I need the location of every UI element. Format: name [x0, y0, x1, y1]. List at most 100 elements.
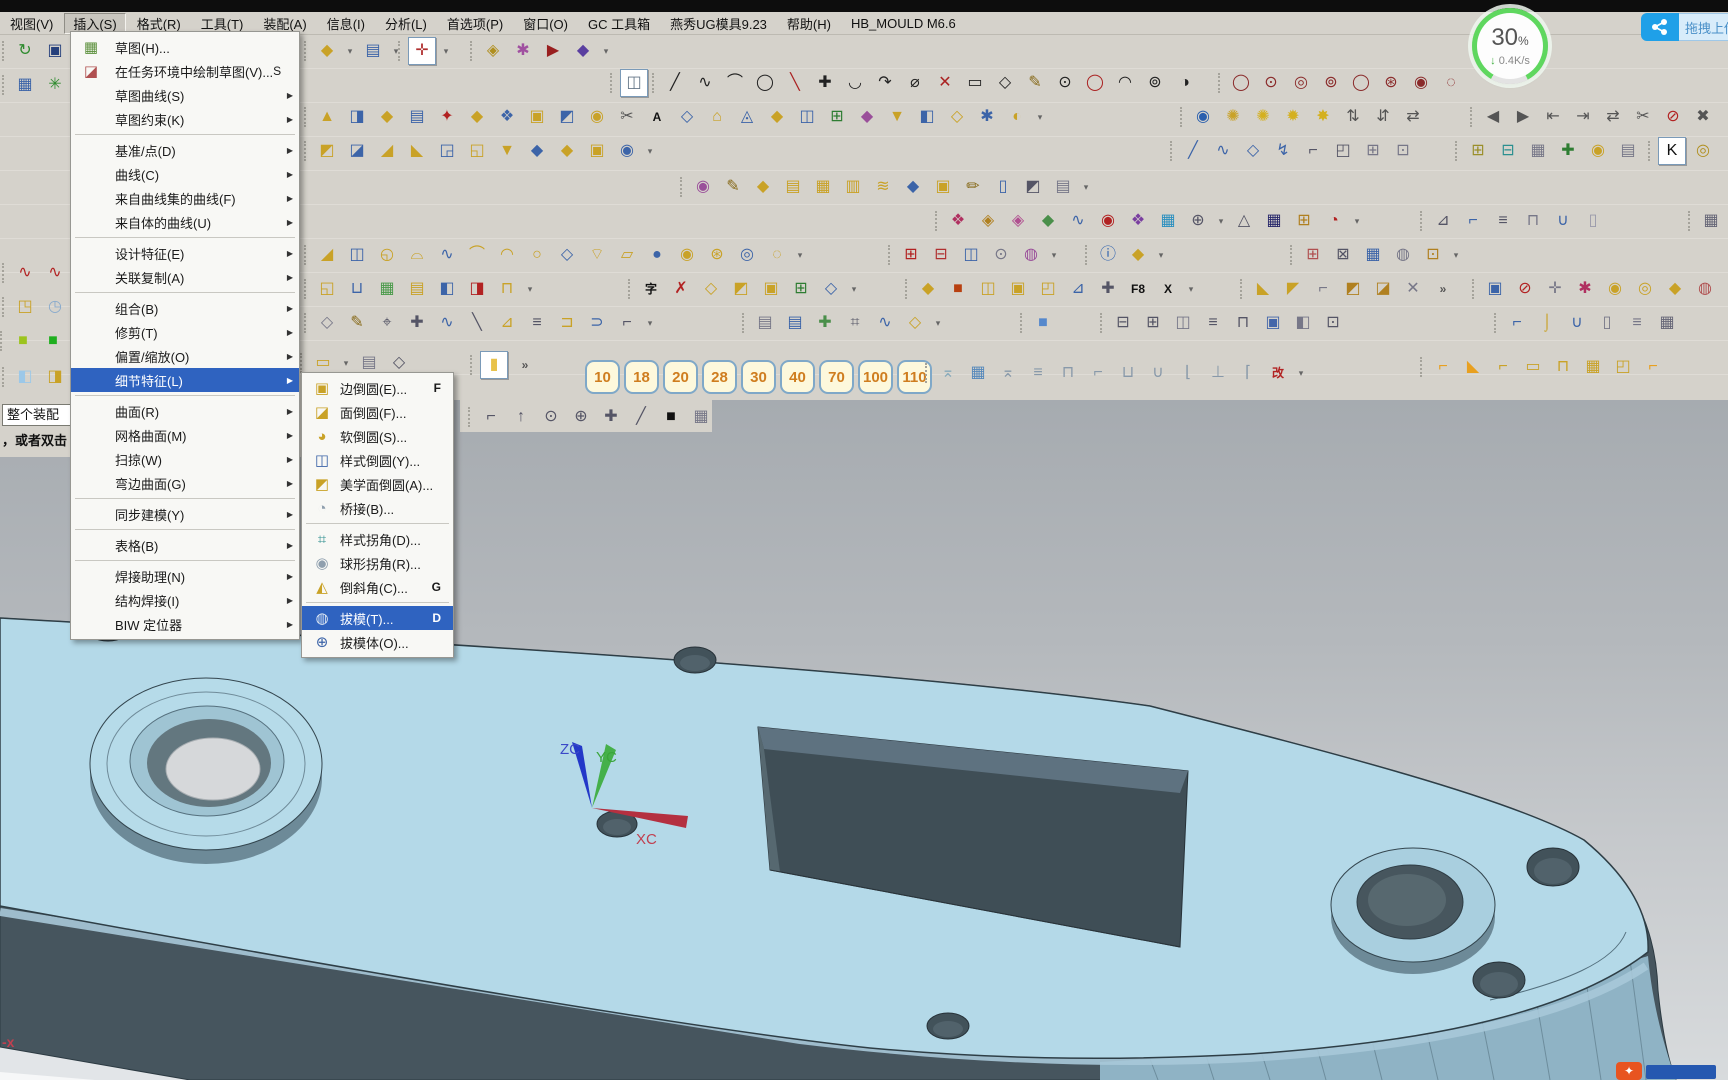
toolbar-icon[interactable]: ✚ [598, 404, 624, 430]
toolbar-icon[interactable]: ❖ [1125, 208, 1151, 234]
detail-submenu-item-1[interactable]: ◪面倒圆(F)... [302, 400, 453, 424]
toolbar-icon[interactable]: ⊓ [1520, 208, 1546, 234]
insert-menu-item-13[interactable]: 组合(B)▶ [71, 296, 299, 320]
toolbar-icon[interactable]: ⊡ [1420, 242, 1446, 268]
dropdown-caret-icon[interactable]: ▾ [524, 276, 536, 302]
dropdown-caret-icon[interactable]: ▾ [1450, 242, 1462, 268]
toolbar-icon[interactable]: ◱ [314, 276, 340, 302]
toolbar-icon[interactable]: ▱ [614, 242, 640, 268]
toolbar-icon[interactable]: ∿ [872, 310, 898, 336]
insert-menu-item-0[interactable]: ▦草图(H)... [71, 35, 299, 59]
insert-menu-item-3[interactable]: 草图约束(K)▶ [71, 107, 299, 131]
toolbar-icon[interactable]: ◠ [1112, 70, 1138, 96]
dropdown-caret-icon[interactable]: ▾ [644, 138, 656, 164]
toolbar-icon[interactable]: ◉ [584, 104, 610, 130]
toolbar-icon[interactable]: ↑ [508, 404, 534, 430]
toolbar-icon[interactable]: ⊞ [824, 104, 850, 130]
toolbar-icon[interactable]: ▦ [810, 174, 836, 200]
toolbar-icon[interactable]: ✺ [1250, 104, 1276, 130]
toolbar-icon[interactable]: ✂ [1630, 104, 1656, 130]
detail-submenu-item-12[interactable]: ⊕拔模体(O)... [302, 630, 453, 654]
toolbar-icon[interactable]: K [1658, 137, 1686, 165]
toolbar-icon[interactable]: ◆ [464, 104, 490, 130]
detail-submenu-item-7[interactable]: ⌗样式拐角(D)... [302, 527, 453, 551]
radius-button-20[interactable]: 20 [663, 360, 698, 394]
toolbar-icon[interactable]: ▦ [965, 360, 991, 386]
toolbar-icon[interactable]: ⌓ [404, 242, 430, 268]
toolbar-icon[interactable]: ◯ [1082, 70, 1108, 96]
toolbar-icon[interactable]: ◇ [554, 242, 580, 268]
insert-menu-item-7[interactable]: 来自曲线集的曲线(F)▶ [71, 186, 299, 210]
toolbar-icon[interactable]: ▦ [1698, 208, 1724, 234]
toolbar-icon[interactable]: ⊿ [494, 310, 520, 336]
toolbar-icon[interactable]: ▣ [1260, 310, 1286, 336]
toolbar-icon[interactable]: ✎ [344, 310, 370, 336]
toolbar-icon[interactable]: ◉ [1585, 138, 1611, 164]
toolbar-icon[interactable]: ◫ [344, 242, 370, 268]
menubar-item-7[interactable]: 首选项(P) [438, 13, 512, 34]
toolbar-icon[interactable]: ⇵ [1370, 104, 1396, 130]
toolbar-icon[interactable]: ✹ [1280, 104, 1306, 130]
toolbar-icon[interactable]: ◣ [1460, 354, 1486, 380]
toolbar-icon[interactable]: ◢ [374, 138, 400, 164]
radius-button-100[interactable]: 100 [858, 360, 893, 394]
toolbar-icon[interactable]: ∿ [434, 242, 460, 268]
toolbar-icon[interactable]: ◨ [42, 364, 68, 390]
dropdown-caret-icon[interactable]: ▾ [794, 242, 806, 268]
toolbar-icon[interactable]: ≡ [1200, 310, 1226, 336]
dropdown-caret-icon[interactable]: ▾ [644, 310, 656, 336]
toolbar-icon[interactable]: ∿ [42, 260, 68, 286]
menubar-item-10[interactable]: 燕秀UG模具9.23 [661, 13, 776, 34]
toolbar-icon[interactable]: ◤ [1280, 276, 1306, 302]
toolbar-icon[interactable]: ◯ [1228, 70, 1254, 96]
toolbar-icon[interactable]: » [512, 352, 538, 378]
toolbar-icon[interactable]: ▼ [494, 138, 520, 164]
insert-menu-item-10[interactable]: 设计特征(E)▶ [71, 241, 299, 265]
toolbar-icon[interactable]: ⌖ [374, 310, 400, 336]
toolbar-icon[interactable]: ▣ [930, 174, 956, 200]
toolbar-icon[interactable]: ◧ [1290, 310, 1316, 336]
toolbar-icon[interactable]: ✚ [404, 310, 430, 336]
toolbar-icon[interactable]: ◡ [842, 70, 868, 96]
toolbar-icon[interactable]: ⊕ [568, 404, 594, 430]
toolbar-icon[interactable]: ◀ [1480, 104, 1506, 130]
toolbar-icon[interactable]: ⊞ [1360, 138, 1386, 164]
toolbar-icon[interactable]: ✳ [42, 72, 68, 98]
toolbar-icon[interactable]: ∿ [692, 70, 718, 96]
toolbar-icon[interactable]: ✚ [812, 70, 838, 96]
detail-submenu-item-0[interactable]: ▣边倒圆(E)...F [302, 376, 453, 400]
toolbar-icon[interactable]: ❖ [494, 104, 520, 130]
toolbar-icon[interactable]: ■ [658, 404, 684, 430]
toolbar-icon[interactable]: ◫ [620, 69, 648, 97]
toolbar-icon[interactable]: ╱ [628, 404, 654, 430]
toolbar-icon[interactable]: ✺ [1220, 104, 1246, 130]
toolbar-icon[interactable]: ▦ [374, 276, 400, 302]
toolbar-icon[interactable]: ∪ [1145, 360, 1171, 386]
toolbar-icon[interactable]: ◇ [944, 104, 970, 130]
toolbar-icon[interactable]: ◆ [374, 104, 400, 130]
toolbar-icon[interactable]: ✚ [1555, 138, 1581, 164]
toolbar-icon[interactable]: ◈ [1005, 208, 1031, 234]
toolbar-icon[interactable]: ● [644, 242, 670, 268]
toolbar-icon[interactable]: ⊓ [1550, 354, 1576, 380]
menubar-item-5[interactable]: 信息(I) [318, 13, 374, 34]
toolbar-icon[interactable]: F8 [1125, 276, 1151, 302]
toolbar-icon[interactable]: ▤ [752, 310, 778, 336]
toolbar-icon[interactable]: ⌐ [1490, 354, 1516, 380]
toolbar-icon[interactable]: ◳ [12, 294, 38, 320]
toolbar-icon[interactable]: ◣ [1250, 276, 1276, 302]
toolbar-icon[interactable]: ∿ [1065, 208, 1091, 234]
toolbar-icon[interactable]: ⌐ [1085, 360, 1111, 386]
menubar-item-12[interactable]: HB_MOULD M6.6 [842, 15, 965, 32]
toolbar-icon[interactable]: ◇ [1240, 138, 1266, 164]
toolbar-icon[interactable]: » [1430, 276, 1456, 302]
toolbar-icon[interactable]: ⌔ [584, 242, 610, 268]
toolbar-icon[interactable]: ⊞ [1465, 138, 1491, 164]
toolbar-icon[interactable]: ✕ [932, 70, 958, 96]
toolbar-icon[interactable]: ▦ [1580, 354, 1606, 380]
dropdown-caret-icon[interactable]: ▾ [1295, 360, 1307, 386]
toolbar-icon[interactable]: ✂ [614, 104, 640, 130]
toolbar-icon[interactable]: ✖ [1690, 104, 1716, 130]
toolbar-icon[interactable]: ◌ [1438, 70, 1464, 96]
toolbar-icon[interactable]: ◆ [1035, 208, 1061, 234]
